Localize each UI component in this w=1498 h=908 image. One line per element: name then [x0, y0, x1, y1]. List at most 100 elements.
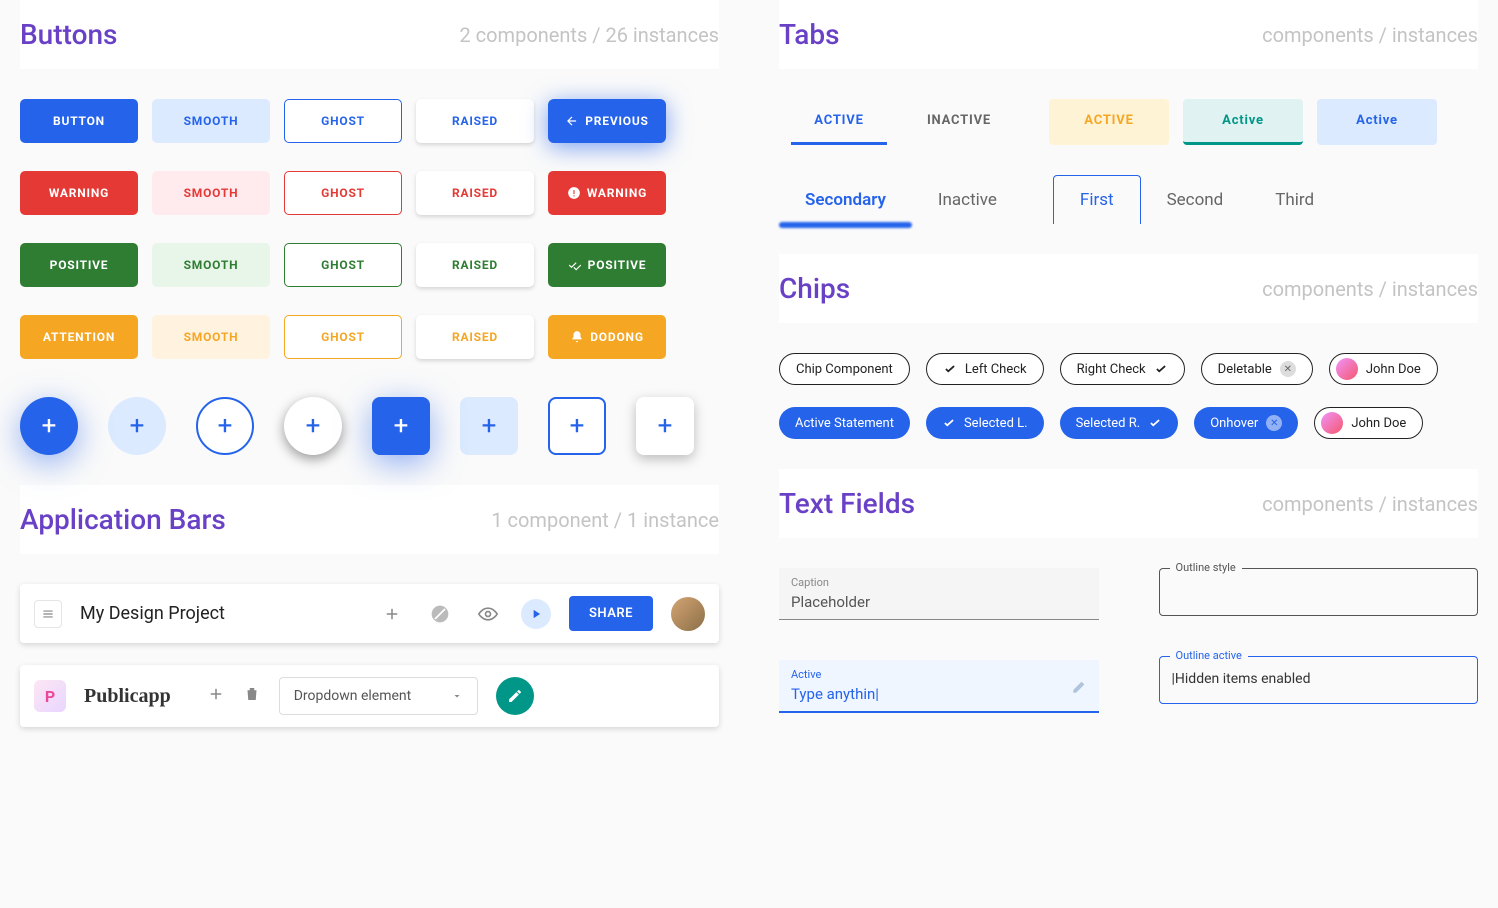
tab-teal[interactable]: Active: [1183, 99, 1303, 145]
app-logo: P: [34, 680, 66, 712]
appbars-header: Application Bars 1 component / 1 instanc…: [20, 485, 719, 554]
button-red-raised[interactable]: RAISED: [416, 171, 534, 215]
button-blue-ghost[interactable]: GHOST: [284, 99, 402, 143]
tab-secondary[interactable]: Secondary: [779, 176, 912, 224]
tabs-meta: components / instances: [1262, 23, 1478, 47]
textfield-outline-active[interactable]: Outline active |Hidden items enabled: [1159, 656, 1479, 704]
button-amber-solid[interactable]: ATTENTION: [20, 315, 138, 359]
avatar-icon: [1336, 358, 1358, 380]
chip-deletable[interactable]: Deletable ✕: [1201, 353, 1313, 385]
dropdown[interactable]: Dropdown element: [279, 677, 479, 715]
button-red-warning[interactable]: WARNING: [548, 171, 666, 215]
check-icon: [943, 362, 957, 376]
app-brand: Publicapp: [84, 685, 171, 708]
trash-icon[interactable]: [243, 685, 261, 707]
tab-first[interactable]: First: [1053, 175, 1141, 224]
textfield-value: Placeholder: [791, 589, 1087, 615]
check-icon: [1154, 362, 1168, 376]
add-icon-2[interactable]: [207, 685, 225, 707]
button-blue-previous[interactable]: PREVIOUS: [548, 99, 666, 143]
button-green-solid[interactable]: POSITIVE: [20, 243, 138, 287]
button-blue-smooth[interactable]: SMOOTH: [152, 99, 270, 143]
button-red-ghost[interactable]: GHOST: [284, 171, 402, 215]
fab-circle-raised[interactable]: +: [284, 397, 342, 455]
fab-circle-smooth[interactable]: +: [108, 397, 166, 455]
tabs-header: Tabs components / instances: [779, 0, 1478, 69]
button-blue-solid[interactable]: BUTTON: [20, 99, 138, 143]
textfield-filled[interactable]: Caption Placeholder: [779, 568, 1099, 620]
textfield-value: Type anythin|: [791, 681, 1087, 707]
appbar-2: P Publicapp Dropdown element: [20, 665, 719, 727]
button-amber-ghost[interactable]: GHOST: [284, 315, 402, 359]
textfield-outline[interactable]: Outline style: [1159, 568, 1479, 616]
fab-square-smooth[interactable]: +: [460, 397, 518, 455]
textfield-filled-active[interactable]: Active Type anythin|: [779, 660, 1099, 713]
button-blue-raised[interactable]: RAISED: [416, 99, 534, 143]
textfields-header: Text Fields components / instances: [779, 469, 1478, 538]
tab-light[interactable]: Active: [1317, 99, 1437, 145]
tab-third[interactable]: Third: [1249, 176, 1340, 224]
button-grid: BUTTON SMOOTH GHOST RAISED PREVIOUS WARN…: [20, 99, 719, 455]
fab-square-ghost[interactable]: +: [548, 397, 606, 455]
chip-component[interactable]: Chip Component: [779, 353, 910, 385]
edit-fab[interactable]: [496, 677, 534, 715]
disabled-icon[interactable]: [425, 599, 455, 629]
button-red-solid[interactable]: WARNING: [20, 171, 138, 215]
appbars-title: Application Bars: [20, 503, 226, 536]
button-red-smooth[interactable]: SMOOTH: [152, 171, 270, 215]
tab-inactive[interactable]: INACTIVE: [899, 99, 1019, 145]
buttons-header: Buttons 2 components / 26 instances: [20, 0, 719, 69]
chip-selected-r[interactable]: Selected R.: [1060, 407, 1179, 439]
alert-icon: [567, 186, 581, 200]
chips-meta: components / instances: [1262, 277, 1478, 301]
user-avatar[interactable]: [671, 597, 705, 631]
play-icon[interactable]: [521, 599, 551, 629]
fab-circle-solid[interactable]: +: [20, 397, 78, 455]
check-icon: [1148, 416, 1162, 430]
edit-icon: [1071, 677, 1089, 695]
appbars-meta: 1 component / 1 instance: [491, 508, 719, 532]
button-amber-smooth[interactable]: SMOOTH: [152, 315, 270, 359]
chip-active-statement[interactable]: Active Statement: [779, 407, 910, 439]
fab-square-solid[interactable]: +: [372, 397, 430, 455]
check-all-icon: [568, 258, 582, 272]
tab-active[interactable]: ACTIVE: [779, 99, 899, 145]
avatar-icon: [1321, 412, 1343, 434]
tab-inactive-2[interactable]: Inactive: [912, 176, 1023, 224]
textfields-title: Text Fields: [779, 487, 915, 520]
tabs-title: Tabs: [779, 18, 839, 51]
tab-amber[interactable]: ACTIVE: [1049, 99, 1169, 145]
button-green-ghost[interactable]: GHOST: [284, 243, 402, 287]
textfield-caption: Caption: [791, 576, 1087, 589]
button-amber-raised[interactable]: RAISED: [416, 315, 534, 359]
chip-right-check[interactable]: Right Check: [1060, 353, 1185, 385]
chip-onhover[interactable]: Onhover ✕: [1194, 407, 1298, 439]
button-amber-dodong[interactable]: DODONG: [548, 315, 666, 359]
add-icon[interactable]: [377, 599, 407, 629]
button-green-smooth[interactable]: SMOOTH: [152, 243, 270, 287]
tab-second[interactable]: Second: [1141, 176, 1250, 224]
fab-circle-ghost[interactable]: +: [196, 397, 254, 455]
chevron-down-icon: [451, 690, 463, 702]
buttons-title: Buttons: [20, 18, 117, 51]
bell-icon: [570, 330, 584, 344]
close-icon[interactable]: ✕: [1266, 415, 1282, 431]
textfield-legend: Outline style: [1170, 561, 1242, 574]
chips-title: Chips: [779, 272, 850, 305]
textfield-legend: Outline active: [1170, 649, 1248, 662]
textfields-meta: components / instances: [1262, 492, 1478, 516]
check-icon: [942, 416, 956, 430]
chip-person-outline[interactable]: John Doe: [1329, 353, 1438, 385]
eye-icon[interactable]: [473, 599, 503, 629]
appbar-1: My Design Project SHARE: [20, 584, 719, 643]
share-button[interactable]: SHARE: [569, 596, 653, 631]
chip-person-solid[interactable]: John Doe: [1314, 407, 1423, 439]
menu-icon[interactable]: [34, 600, 62, 628]
button-green-positive[interactable]: POSITIVE: [548, 243, 666, 287]
fab-square-raised[interactable]: +: [636, 397, 694, 455]
chip-selected-l[interactable]: Selected L.: [926, 407, 1044, 439]
button-green-raised[interactable]: RAISED: [416, 243, 534, 287]
textfield-caption: Active: [791, 668, 1087, 681]
chip-left-check[interactable]: Left Check: [926, 353, 1044, 385]
close-icon[interactable]: ✕: [1280, 361, 1296, 377]
